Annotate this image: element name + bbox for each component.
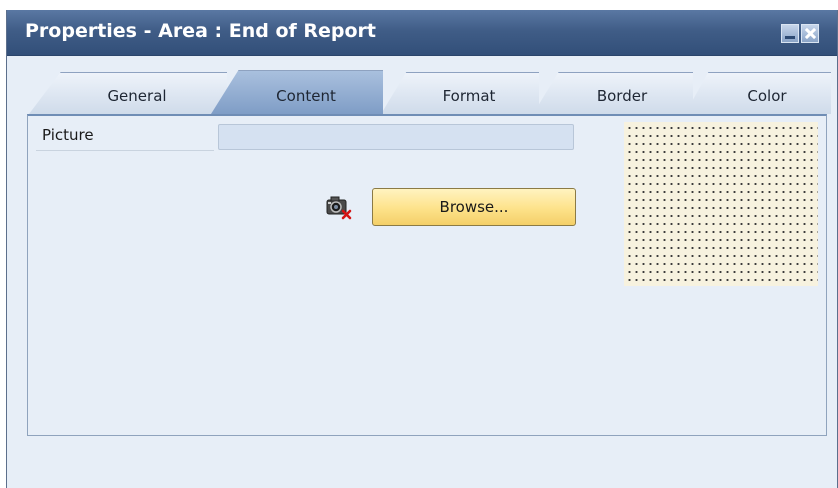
tab-color[interactable]: Color: [685, 72, 831, 114]
tab-content[interactable]: Content: [211, 70, 383, 114]
tab-format[interactable]: Format: [381, 72, 539, 114]
picture-preview: [624, 122, 818, 286]
title-bar[interactable]: Properties - Area : End of Report: [7, 10, 837, 56]
tab-label-general: General: [107, 87, 167, 105]
tab-label-color: Color: [747, 87, 787, 105]
tab-label-border: Border: [596, 87, 648, 105]
tab-general[interactable]: General: [29, 72, 227, 114]
picture-label: Picture: [42, 126, 94, 144]
picture-field[interactable]: [218, 124, 574, 150]
content-panel: Picture Browse...: [27, 114, 827, 436]
tab-label-content: Content: [276, 87, 336, 105]
label-divider: [36, 150, 214, 151]
camera-remove-icon[interactable]: [324, 192, 352, 220]
window-title: Properties - Area : End of Report: [25, 20, 376, 42]
minimize-icon[interactable]: [781, 24, 799, 43]
tab-strip: General Color Border Format Content: [29, 68, 833, 116]
tab-border[interactable]: Border: [533, 72, 693, 114]
properties-window: Properties - Area : End of Report Genera…: [6, 10, 838, 488]
tab-label-format: Format: [442, 87, 496, 105]
browse-button[interactable]: Browse...: [372, 188, 576, 226]
close-icon[interactable]: [801, 24, 819, 43]
